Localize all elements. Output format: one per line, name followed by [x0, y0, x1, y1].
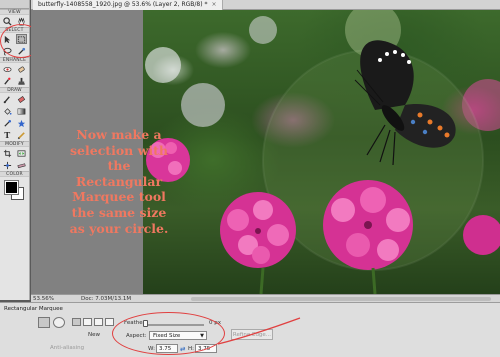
eraser-tool-icon[interactable] — [16, 94, 27, 104]
crop-tool-icon[interactable] — [2, 148, 13, 158]
recompose-tool-icon[interactable] — [16, 148, 27, 158]
intersect-selection-mode-icon[interactable] — [105, 318, 114, 326]
brush-tool-icon[interactable] — [2, 94, 13, 104]
rectangular-marquee-option-icon[interactable] — [38, 317, 50, 328]
foreground-color-swatch[interactable] — [5, 181, 18, 194]
canvas-area[interactable]: Now make a selection with the Rectangula… — [31, 10, 500, 294]
color-picker-tool-icon[interactable] — [2, 118, 13, 128]
straighten-tool-icon[interactable] — [16, 160, 27, 170]
close-tab-icon[interactable]: × — [211, 1, 216, 8]
flower-cluster-right — [323, 180, 413, 270]
content-aware-move-tool-icon[interactable] — [2, 160, 13, 170]
status-bar: 53.56% Doc: 7.03M/13.1M — [31, 294, 500, 302]
document-tab[interactable]: butterfly-1408558_1920.jpg @ 53.6% (Laye… — [33, 0, 223, 10]
new-selection-mode-icon[interactable] — [72, 318, 81, 326]
tool-options-title: Rectangular Marquee — [4, 306, 63, 312]
eye-tool-icon[interactable] — [2, 64, 13, 74]
smart-brush-tool-icon[interactable] — [2, 76, 13, 86]
subtract-selection-mode-icon[interactable] — [94, 318, 103, 326]
elliptical-marquee-option-icon[interactable] — [53, 317, 65, 328]
custom-shape-tool-icon[interactable] — [16, 118, 27, 128]
gradient-tool-icon[interactable] — [16, 106, 27, 116]
anti-aliasing-checkbox-label[interactable]: Anti-aliasing — [50, 345, 84, 351]
color-swatches[interactable] — [0, 179, 29, 205]
refine-edge-button[interactable]: Refine Edge... — [231, 329, 273, 340]
section-enhance-label: ENHANCE — [0, 57, 29, 63]
document-tab-bar: butterfly-1408558_1920.jpg @ 53.6% (Laye… — [31, 0, 500, 10]
spot-healing-tool-icon[interactable] — [16, 64, 27, 74]
toolbox-header — [0, 0, 29, 9]
new-mode-label: New — [88, 332, 100, 338]
add-selection-mode-icon[interactable] — [83, 318, 92, 326]
pencil-tool-icon[interactable] — [16, 130, 27, 140]
annotation-ellipse — [112, 312, 225, 355]
section-color-label: COLOR — [0, 171, 29, 177]
document-tab-title: butterfly-1408558_1920.jpg @ 53.6% (Laye… — [38, 1, 208, 8]
tool-options-bar: Rectangular Marquee New Feather: 0 px As… — [0, 302, 500, 357]
zoom-tool-icon[interactable] — [2, 16, 13, 26]
horizontal-scrollbar[interactable] — [191, 297, 491, 301]
flower-cluster-center — [220, 192, 296, 268]
instruction-annotation: Now make a selection with the Rectangula… — [69, 127, 169, 236]
photo-illustration — [145, 10, 500, 294]
paint-bucket-tool-icon[interactable] — [2, 106, 13, 116]
clone-stamp-tool-icon[interactable] — [16, 76, 27, 86]
butterfly-photo — [143, 10, 500, 294]
type-tool-icon[interactable]: T — [2, 130, 13, 140]
